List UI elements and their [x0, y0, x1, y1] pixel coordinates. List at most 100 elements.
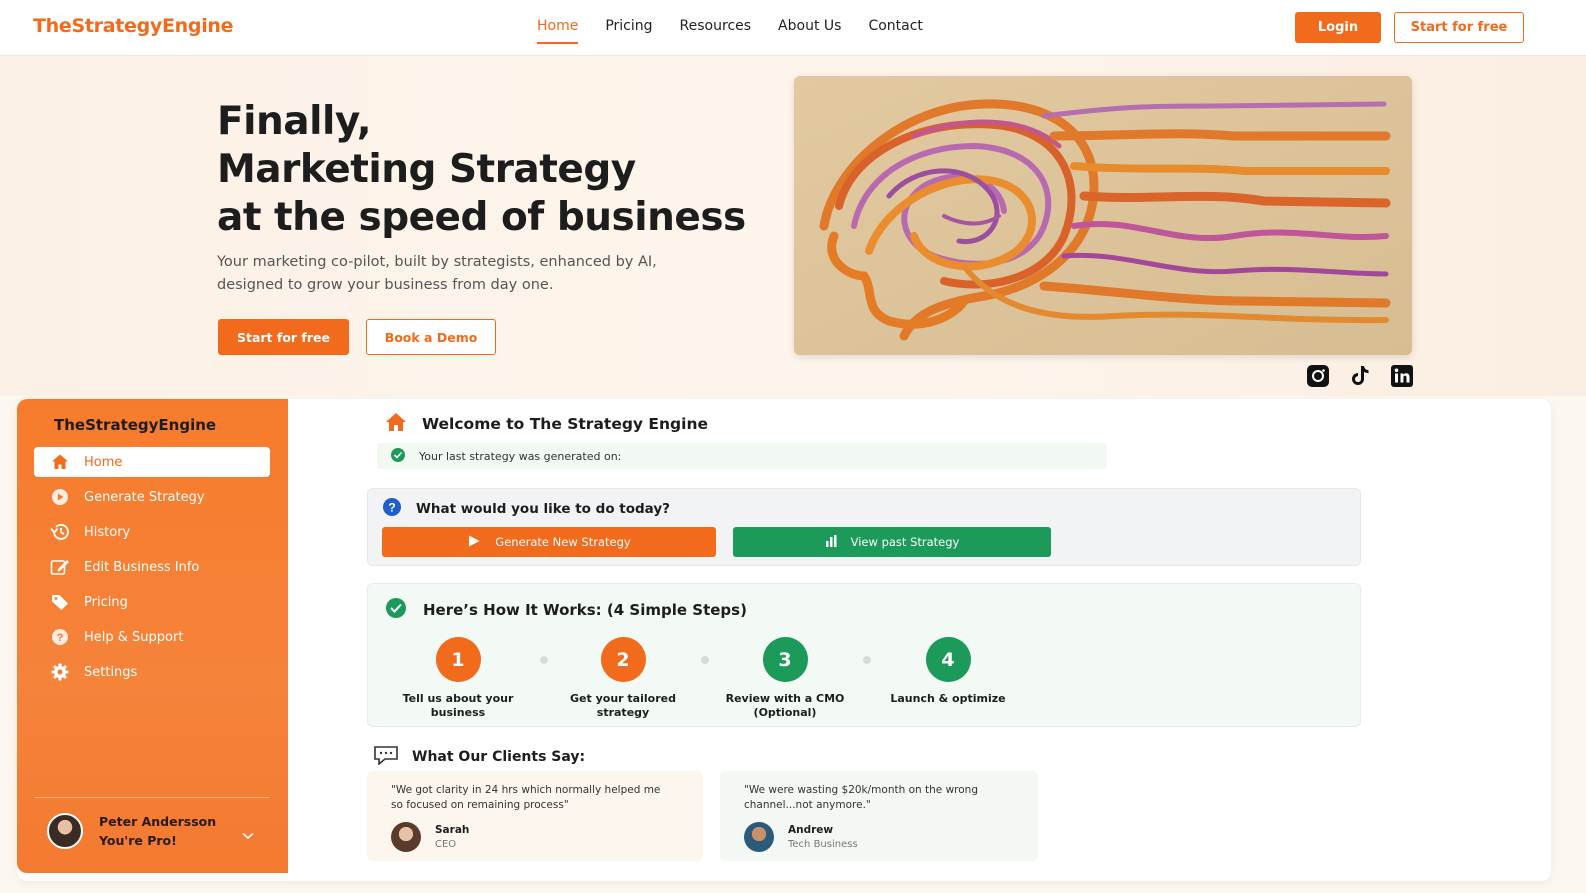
gear-icon — [50, 662, 70, 682]
play-icon — [50, 487, 70, 507]
tag-icon — [50, 592, 70, 612]
avatar — [391, 822, 421, 852]
hero-image-head-yarn — [794, 76, 1412, 355]
home-icon — [385, 412, 407, 436]
step-number: 2 — [600, 637, 646, 682]
headline-line-1: Finally, — [217, 99, 372, 144]
step-connector-dot — [863, 656, 871, 664]
step-label-line-1: Get your tailored — [570, 692, 676, 705]
last-strategy-notice: Your last strategy was generated on: — [377, 443, 1107, 469]
nav-about[interactable]: About Us — [778, 18, 841, 44]
sidebar-item-label: Edit Business Info — [84, 559, 200, 575]
sidebar-title: TheStrategyEngine — [54, 416, 217, 434]
svg-text:?: ? — [388, 501, 395, 515]
generate-new-strategy-button[interactable]: Generate New Strategy — [382, 527, 716, 557]
sidebar-item-label: Generate Strategy — [84, 489, 205, 505]
tiktok-icon[interactable] — [1348, 364, 1372, 388]
action-card: ? What would you like to do today? Gener… — [367, 488, 1361, 566]
login-button[interactable]: Login — [1295, 12, 1381, 43]
sidebar-item-history[interactable]: History — [34, 517, 270, 547]
step-label-line-1: Launch & optimize — [890, 692, 1006, 705]
bar-chart-icon — [825, 534, 839, 551]
step-label-line-1: Tell us about your — [402, 692, 514, 705]
step-2: 2 Get your tailored strategy — [553, 637, 693, 720]
quote-line-1: "We were wasting $20k/month on the wrong — [744, 784, 978, 796]
action-question-text: What would you like to do today? — [416, 501, 671, 517]
sidebar-item-label: Help & Support — [84, 629, 184, 645]
top-navbar: TheStrategyEngine Home Pricing Resources… — [0, 0, 1586, 56]
nav-contact[interactable]: Contact — [868, 18, 922, 44]
sidebar-item-edit-business-info[interactable]: Edit Business Info — [34, 552, 270, 582]
testimonial-card: "We got clarity in 24 hrs which normally… — [367, 771, 703, 861]
book-demo-button[interactable]: Book a Demo — [366, 319, 496, 355]
check-circle-icon — [391, 447, 405, 465]
steps-title: Here’s How It Works: (4 Simple Steps) — [386, 598, 747, 622]
quote-line-1: "We got clarity in 24 hrs which normally… — [391, 784, 661, 796]
author-role: CEO — [435, 839, 457, 850]
author-name: Sarah — [435, 824, 470, 836]
subline-line-1: Your marketing co-pilot, built by strate… — [217, 254, 657, 270]
user-profile[interactable]: Peter Andersson You're Pro! — [47, 813, 216, 849]
sidebar-item-pricing[interactable]: Pricing — [34, 587, 270, 617]
instagram-icon[interactable] — [1306, 364, 1330, 388]
linkedin-icon[interactable] — [1390, 364, 1414, 388]
step-label-line-2: business — [430, 706, 486, 719]
home-icon — [50, 452, 70, 472]
sidebar-item-label: Home — [84, 454, 123, 470]
play-icon — [467, 534, 481, 551]
nav-resources[interactable]: Resources — [680, 18, 752, 44]
sidebar-item-generate-strategy[interactable]: Generate Strategy — [34, 482, 270, 512]
nav-home[interactable]: Home — [537, 18, 579, 44]
how-it-works-card: Here’s How It Works: (4 Simple Steps) 1 … — [367, 583, 1361, 727]
avatar — [47, 813, 83, 849]
chat-bubble-icon — [373, 745, 399, 769]
step-label-line-1: Review with a CMO — [725, 692, 845, 705]
sidebar-item-label: History — [84, 524, 131, 540]
social-links — [1306, 364, 1414, 388]
author-name: Andrew — [788, 824, 834, 836]
sidebar-item-help-support[interactable]: ? Help & Support — [34, 622, 270, 652]
welcome-title: Welcome to The Strategy Engine — [422, 415, 709, 433]
step-1: 1 Tell us about your business — [388, 637, 528, 720]
sidebar-item-home[interactable]: Home — [34, 447, 270, 477]
step-label: Get your tailored strategy — [553, 692, 693, 720]
help-icon: ? — [50, 627, 70, 647]
clients-title: What Our Clients Say: — [373, 745, 585, 769]
quote-line-2: so focused on remaining process" — [391, 799, 569, 811]
dashboard-preview: TheStrategyEngine Home Generate Strategy… — [17, 399, 1551, 881]
headline-line-2: Marketing Strategy — [217, 147, 636, 192]
testimonial-author: Andrew Tech Business — [744, 822, 1014, 852]
sidebar-item-settings[interactable]: Settings — [34, 657, 270, 687]
nav-links: Home Pricing Resources About Us Contact — [537, 18, 923, 44]
step-4: 4 Launch & optimize — [878, 637, 1018, 706]
testimonial-quote: "We got clarity in 24 hrs which normally… — [391, 783, 679, 813]
step-label-line-2: strategy — [596, 706, 650, 719]
hero-subline: Your marketing co-pilot, built by strate… — [217, 251, 687, 297]
start-free-button-hero[interactable]: Start for free — [218, 319, 349, 355]
step-connector-dot — [701, 656, 709, 664]
welcome-header: Welcome to The Strategy Engine — [385, 412, 708, 436]
user-status: You're Pro! — [99, 833, 177, 848]
testimonial-author: Sarah CEO — [391, 822, 679, 852]
sidebar-item-label: Settings — [84, 664, 138, 680]
nav-pricing[interactable]: Pricing — [605, 18, 652, 44]
history-icon — [50, 522, 70, 542]
step-number: 3 — [762, 637, 808, 682]
last-strategy-text: Your last strategy was generated on: — [419, 449, 622, 463]
question-icon: ? — [382, 497, 402, 521]
generate-label: Generate New Strategy — [495, 535, 631, 549]
start-free-button-header[interactable]: Start for free — [1394, 12, 1524, 43]
svg-text:?: ? — [57, 632, 64, 644]
sidebar-divider — [35, 797, 269, 798]
brand-logo[interactable]: TheStrategyEngine — [33, 15, 234, 37]
avatar — [744, 822, 774, 852]
chevron-down-icon[interactable] — [242, 825, 254, 844]
user-name: Peter Andersson — [99, 814, 217, 829]
step-number: 4 — [925, 637, 971, 682]
clients-title-text: What Our Clients Say: — [412, 749, 586, 765]
author-role: Tech Business — [788, 839, 858, 850]
testimonial-quote: "We were wasting $20k/month on the wrong… — [744, 783, 1014, 813]
past-label: View past Strategy — [850, 535, 960, 549]
view-past-strategy-button[interactable]: View past Strategy — [733, 527, 1051, 557]
edit-icon — [50, 557, 70, 577]
